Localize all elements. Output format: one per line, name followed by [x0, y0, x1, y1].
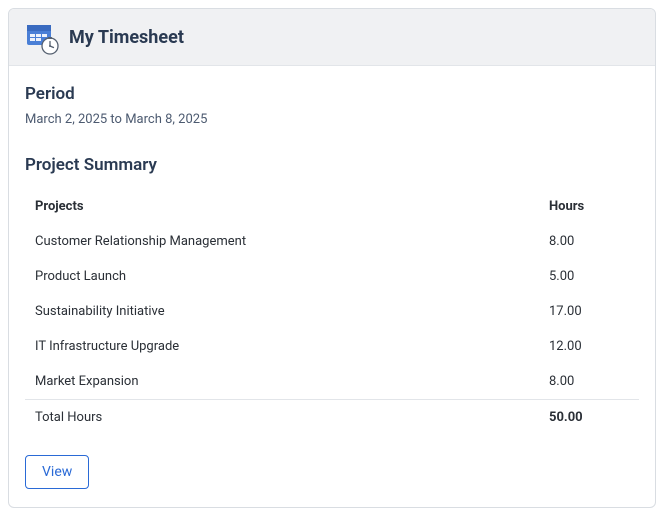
project-name: Sustainability Initiative [25, 294, 539, 329]
card-title: My Timesheet [69, 27, 184, 48]
project-name: IT Infrastructure Upgrade [25, 329, 539, 364]
project-hours: 12.00 [539, 329, 639, 364]
table-row: IT Infrastructure Upgrade 12.00 [25, 329, 639, 364]
period-label: Period [25, 84, 639, 104]
project-hours: 5.00 [539, 259, 639, 294]
period-value: March 2, 2025 to March 8, 2025 [25, 112, 639, 127]
project-name: Market Expansion [25, 364, 539, 400]
card-header: My Timesheet [9, 9, 655, 66]
total-row: Total Hours 50.00 [25, 400, 639, 436]
card-body: Period March 2, 2025 to March 8, 2025 Pr… [9, 66, 655, 507]
table-row: Market Expansion 8.00 [25, 364, 639, 400]
table-row: Customer Relationship Management 8.00 [25, 224, 639, 259]
project-name: Customer Relationship Management [25, 224, 539, 259]
table-row: Product Launch 5.00 [25, 259, 639, 294]
project-name: Product Launch [25, 259, 539, 294]
project-summary-table: Projects Hours Customer Relationship Man… [25, 189, 639, 435]
view-button[interactable]: View [25, 455, 89, 489]
table-row: Sustainability Initiative 17.00 [25, 294, 639, 329]
column-header-projects: Projects [25, 189, 539, 224]
project-summary-title: Project Summary [25, 155, 639, 175]
project-hours: 8.00 [539, 224, 639, 259]
total-hours: 50.00 [539, 400, 639, 436]
table-header-row: Projects Hours [25, 189, 639, 224]
project-hours: 17.00 [539, 294, 639, 329]
timesheet-card: My Timesheet Period March 2, 2025 to Mar… [8, 8, 656, 508]
total-label: Total Hours [25, 400, 539, 436]
column-header-hours: Hours [539, 189, 639, 224]
project-hours: 8.00 [539, 364, 639, 400]
timesheet-icon [25, 21, 57, 53]
